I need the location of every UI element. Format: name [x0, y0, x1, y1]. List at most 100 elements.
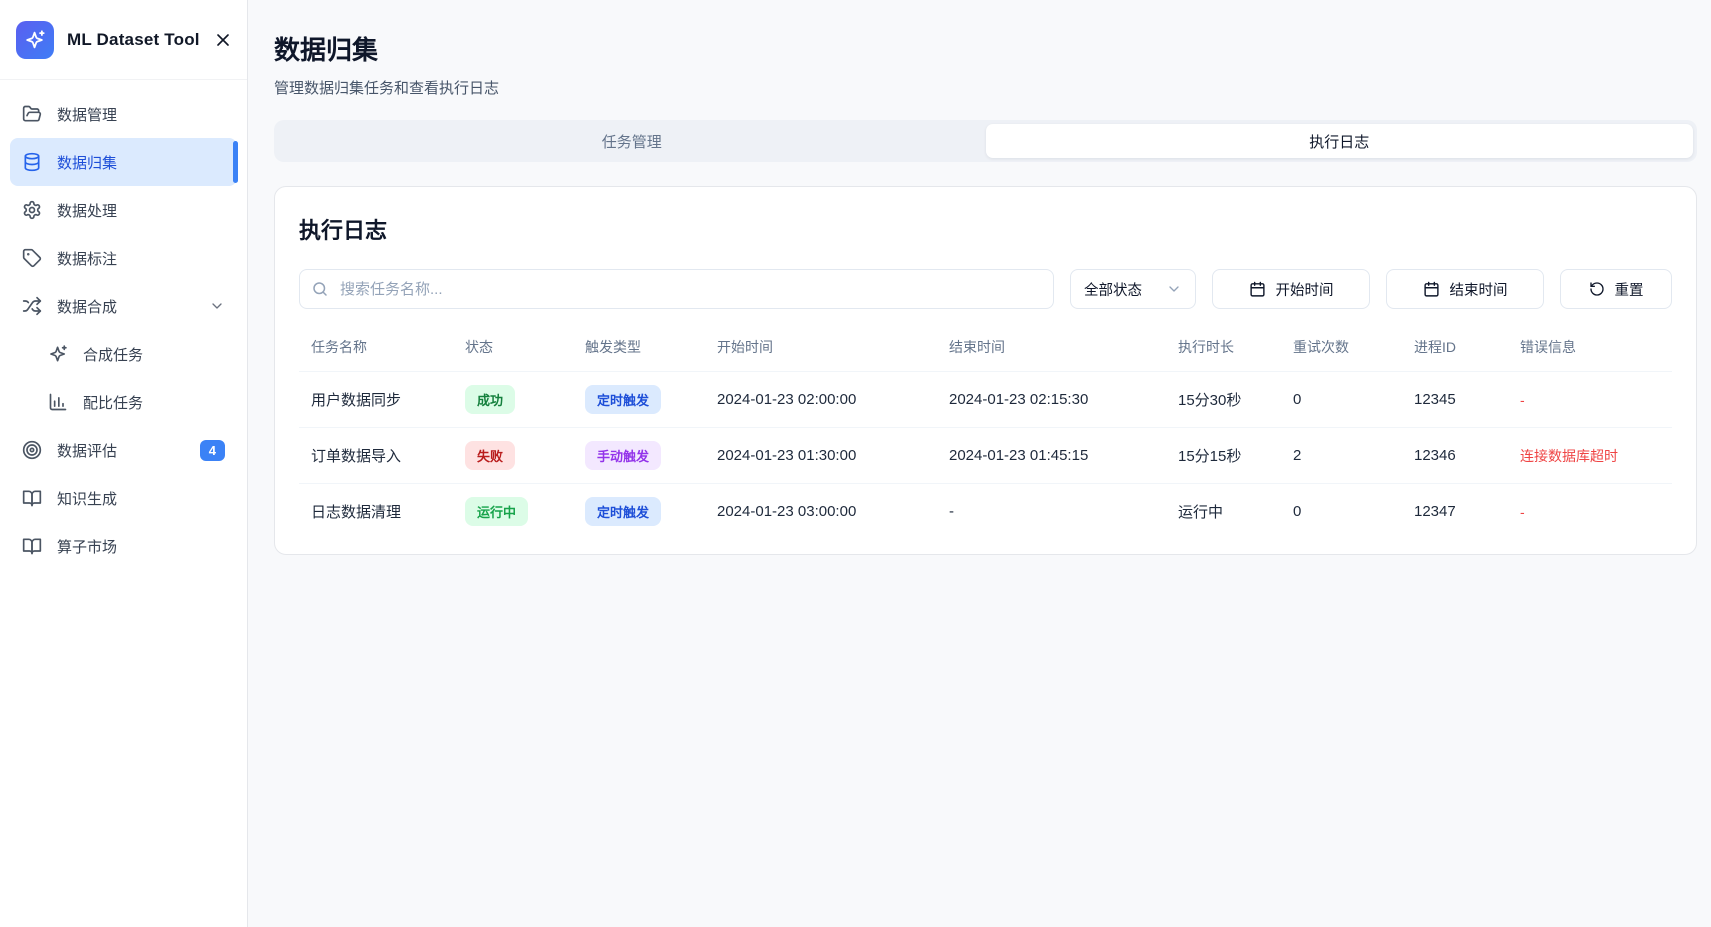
reset-button[interactable]: 重置	[1560, 269, 1672, 309]
sidebar-item-data-processing[interactable]: 数据处理	[10, 186, 237, 234]
sidebar: ML Dataset Tool 数据管理 数据归集 数据处理 数据标注 数据合成…	[0, 0, 248, 927]
end-time-button[interactable]: 结束时间	[1386, 269, 1544, 309]
tab-bar: 任务管理 执行日志	[274, 120, 1697, 162]
book-open-icon	[22, 488, 42, 508]
column-header: 结束时间	[937, 323, 1166, 372]
calendar-icon	[1423, 281, 1440, 298]
table-row: 日志数据清理 运行中 定时触发 2024-01-23 03:00:00 - 运行…	[299, 484, 1672, 540]
tag-icon	[22, 248, 42, 268]
column-header: 重试次数	[1281, 323, 1402, 372]
page-subtitle: 管理数据归集任务和查看执行日志	[274, 77, 1697, 98]
cell-retries: 0	[1281, 484, 1402, 540]
database-icon	[22, 152, 42, 172]
cell-process-id: 12345	[1402, 372, 1508, 428]
bar-chart-icon	[48, 392, 68, 412]
cell-end-time: 2024-01-23 01:45:15	[937, 428, 1166, 484]
trigger-badge: 手动触发	[585, 441, 661, 470]
sidebar-header: ML Dataset Tool	[0, 0, 247, 80]
sidebar-item-ratio-task[interactable]: 配比任务	[10, 378, 237, 426]
tab-task-management[interactable]: 任务管理	[278, 124, 986, 158]
sidebar-item-label: 算子市场	[57, 536, 117, 557]
table-row: 用户数据同步 成功 定时触发 2024-01-23 02:00:00 2024-…	[299, 372, 1672, 428]
sidebar-nav: 数据管理 数据归集 数据处理 数据标注 数据合成 合成任务 配比任务 数据评估 …	[0, 80, 247, 927]
panel-title: 执行日志	[299, 213, 1672, 245]
cell-task-name: 日志数据清理	[299, 484, 453, 540]
cell-trigger: 手动触发	[573, 428, 705, 484]
app-title: ML Dataset Tool	[67, 30, 200, 50]
gear-icon	[22, 200, 42, 220]
cell-duration: 运行中	[1166, 484, 1281, 540]
cell-start-time: 2024-01-23 03:00:00	[705, 484, 937, 540]
sidebar-item-label: 数据合成	[57, 296, 117, 317]
cell-error-message: 连接数据库超时	[1508, 428, 1672, 484]
close-icon[interactable]	[213, 30, 233, 50]
sidebar-item-data-annotation[interactable]: 数据标注	[10, 234, 237, 282]
sidebar-item-operator-market[interactable]: 算子市场	[10, 522, 237, 570]
cell-start-time: 2024-01-23 01:30:00	[705, 428, 937, 484]
target-icon	[22, 440, 42, 460]
sidebar-item-label: 数据管理	[57, 104, 117, 125]
app-layout: ML Dataset Tool 数据管理 数据归集 数据处理 数据标注 数据合成…	[0, 0, 1711, 927]
calendar-icon	[1249, 281, 1266, 298]
sidebar-item-label: 知识生成	[57, 488, 117, 509]
sidebar-item-label: 合成任务	[83, 344, 143, 365]
folder-open-icon	[22, 104, 42, 124]
table-body: 用户数据同步 成功 定时触发 2024-01-23 02:00:00 2024-…	[299, 372, 1672, 540]
cell-status: 运行中	[453, 484, 573, 540]
cell-trigger: 定时触发	[573, 484, 705, 540]
table-header-row: 任务名称状态触发类型开始时间结束时间执行时长重试次数进程ID错误信息	[299, 323, 1672, 372]
reset-icon	[1589, 281, 1605, 297]
column-header: 触发类型	[573, 323, 705, 372]
sidebar-item-label: 数据标注	[57, 248, 117, 269]
cell-end-time: 2024-01-23 02:15:30	[937, 372, 1166, 428]
book-open-icon	[22, 536, 42, 556]
tab-execution-logs[interactable]: 执行日志	[986, 124, 1694, 158]
main-content: 数据归集 管理数据归集任务和查看执行日志 任务管理 执行日志 执行日志 全部状态…	[248, 0, 1711, 927]
search-icon	[311, 280, 329, 298]
start-time-label: 开始时间	[1276, 279, 1334, 300]
status-badge: 失败	[465, 441, 515, 470]
column-header: 错误信息	[1508, 323, 1672, 372]
cell-end-time: -	[937, 484, 1166, 540]
column-header: 开始时间	[705, 323, 937, 372]
shuffle-icon	[22, 296, 42, 316]
cell-error-message: -	[1508, 484, 1672, 540]
status-badge: 成功	[465, 385, 515, 414]
sidebar-item-synthesis-task[interactable]: 合成任务	[10, 330, 237, 378]
sidebar-item-data-collection[interactable]: 数据归集	[10, 138, 237, 186]
sidebar-item-data-evaluation[interactable]: 数据评估 4	[10, 426, 237, 474]
reset-label: 重置	[1615, 279, 1644, 300]
count-badge: 4	[200, 440, 225, 461]
sidebar-item-knowledge-generation[interactable]: 知识生成	[10, 474, 237, 522]
cell-task-name: 订单数据导入	[299, 428, 453, 484]
cell-retries: 0	[1281, 372, 1402, 428]
status-badge: 运行中	[465, 497, 528, 526]
sidebar-item-label: 数据归集	[57, 152, 117, 173]
cell-task-name: 用户数据同步	[299, 372, 453, 428]
logs-table: 任务名称状态触发类型开始时间结束时间执行时长重试次数进程ID错误信息 用户数据同…	[299, 323, 1672, 540]
column-header: 执行时长	[1166, 323, 1281, 372]
chevron-down-icon	[1166, 281, 1182, 297]
cell-start-time: 2024-01-23 02:00:00	[705, 372, 937, 428]
cell-status: 失败	[453, 428, 573, 484]
trigger-badge: 定时触发	[585, 497, 661, 526]
cell-retries: 2	[1281, 428, 1402, 484]
column-header: 状态	[453, 323, 573, 372]
cell-process-id: 12347	[1402, 484, 1508, 540]
status-filter-value: 全部状态	[1084, 279, 1142, 300]
cell-trigger: 定时触发	[573, 372, 705, 428]
search-box	[299, 269, 1054, 309]
sidebar-item-label: 数据评估	[57, 440, 117, 461]
cell-duration: 15分15秒	[1166, 428, 1281, 484]
sparkles-icon	[24, 29, 46, 51]
search-input[interactable]	[299, 269, 1054, 309]
status-filter-select[interactable]: 全部状态	[1070, 269, 1196, 309]
column-header: 进程ID	[1402, 323, 1508, 372]
execution-logs-panel: 执行日志 全部状态 开始时间 结束时间	[274, 186, 1697, 555]
sidebar-item-data-management[interactable]: 数据管理	[10, 90, 237, 138]
sparkles-icon	[48, 344, 68, 364]
cell-status: 成功	[453, 372, 573, 428]
start-time-button[interactable]: 开始时间	[1212, 269, 1370, 309]
cell-process-id: 12346	[1402, 428, 1508, 484]
sidebar-item-data-synthesis[interactable]: 数据合成	[10, 282, 237, 330]
